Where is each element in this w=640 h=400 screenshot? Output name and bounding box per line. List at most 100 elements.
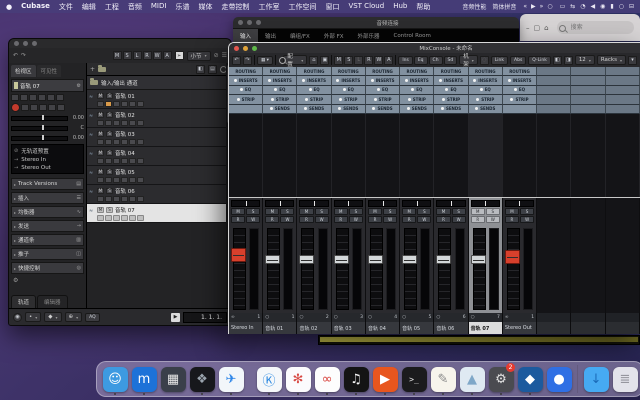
track-row-音轨 03[interactable]: ≈MS音轨 03 <box>87 128 231 147</box>
menu-item-4[interactable]: 音频 <box>128 2 142 12</box>
fader-track[interactable] <box>336 228 349 310</box>
mix-state-w[interactable]: W <box>374 56 383 65</box>
rack-power-dot[interactable] <box>237 98 240 101</box>
automation-r-button[interactable]: R <box>231 216 245 223</box>
aq-button[interactable]: AQ <box>85 313 100 322</box>
channel-name-Stereo In[interactable]: Stereo In <box>229 322 263 334</box>
quantize-combo[interactable]: ◆▾ <box>44 312 61 322</box>
object-selection-tool[interactable]: ➢ <box>175 51 184 60</box>
menubar-status-text-1[interactable]: 简体拼音 <box>492 2 516 11</box>
inspector-mini-button[interactable] <box>21 104 29 111</box>
pan-control[interactable] <box>471 200 500 207</box>
window-controls[interactable] <box>14 41 37 46</box>
rack-power-dot[interactable] <box>302 79 305 82</box>
mix-state-r[interactable]: R <box>364 56 373 65</box>
menu-item-8[interactable]: 走带控制 <box>221 2 249 12</box>
close-icon[interactable] <box>238 20 243 25</box>
rack-cell-strip[interactable]: STRIP <box>297 95 331 104</box>
project-state-s[interactable]: S <box>123 51 132 60</box>
inspector-track-name[interactable]: 音轨 07 ⚙ <box>11 79 84 92</box>
mute-button[interactable]: M <box>402 208 416 215</box>
audio-combo[interactable]: ⊕▾ <box>65 312 83 322</box>
track-control-button[interactable] <box>113 120 120 126</box>
track-control-button[interactable] <box>137 158 144 164</box>
inspector-mini-button[interactable] <box>39 104 47 111</box>
solo-button[interactable]: S <box>486 208 500 215</box>
inspector-mini-button[interactable] <box>47 94 55 101</box>
record-button[interactable] <box>97 196 104 202</box>
rack-cell-sends[interactable]: SENDS <box>469 105 503 114</box>
track-control-button[interactable] <box>121 196 128 202</box>
rack-cell-routing[interactable]: ROUTING <box>263 67 297 76</box>
close-icon[interactable] <box>14 41 19 46</box>
undo-icon[interactable]: ↶ <box>232 56 241 65</box>
project-state-r[interactable]: R <box>143 51 152 60</box>
menu-item-7[interactable]: 媒体 <box>198 2 212 12</box>
channel-filter-combo[interactable]: ▦ ▾ <box>257 56 273 65</box>
track-control-button[interactable] <box>137 177 144 183</box>
fader-handle[interactable] <box>231 248 246 262</box>
rack-power-dot[interactable] <box>371 79 374 82</box>
window-layout-icon[interactable]: ▣ <box>320 56 329 65</box>
automation-w-button[interactable]: W <box>349 216 363 223</box>
dock-item-trash[interactable]: ≣ <box>612 363 638 395</box>
track-control-button[interactable] <box>113 177 120 183</box>
track-control-button[interactable] <box>137 215 144 221</box>
track-control-button[interactable] <box>129 120 136 126</box>
rack-cell-sends[interactable]: SENDS <box>263 105 297 114</box>
mute-button[interactable]: M <box>299 208 313 215</box>
mute-button[interactable]: M <box>505 208 519 215</box>
solo-button[interactable]: S <box>106 169 113 175</box>
rack-power-dot[interactable] <box>234 79 237 82</box>
rack-cell-routing[interactable]: ROUTING <box>400 67 434 76</box>
screen-mirroring-icon[interactable]: ▭ <box>560 3 566 10</box>
fader-track[interactable] <box>370 228 383 310</box>
marker-icon[interactable]: ▶ <box>171 313 180 322</box>
rack-power-dot[interactable] <box>305 98 308 101</box>
dock-item-finder[interactable]: ☺ <box>102 363 128 395</box>
inspector-mini-button[interactable] <box>20 94 28 101</box>
fragment-window-icon-1[interactable]: ▢ <box>534 24 541 32</box>
track-control-button[interactable] <box>121 177 128 183</box>
menu-item-9[interactable]: 工作室 <box>258 2 279 12</box>
rack-power-dot[interactable] <box>407 107 410 110</box>
inspector-mini-button[interactable] <box>38 94 46 101</box>
more-options-icon[interactable]: ▾ <box>628 56 637 65</box>
fader-track[interactable] <box>233 228 246 310</box>
mute-button[interactable]: M <box>471 208 485 215</box>
solo-button[interactable]: S <box>106 150 113 156</box>
dock-item-blue-app[interactable]: ● <box>546 363 572 395</box>
inspector-section-fader[interactable]: ▸推子◫ <box>11 248 84 260</box>
menu-item-3[interactable]: 工程 <box>105 2 119 12</box>
ac-tab-输入[interactable]: 输入 <box>233 29 258 42</box>
channel-strip-音轨 03[interactable]: MSRW <box>332 198 366 314</box>
dock-item-cubase[interactable]: ◆ <box>517 363 543 395</box>
play-icon[interactable]: ▶ <box>531 3 536 10</box>
record-button[interactable] <box>97 101 104 107</box>
apple-menu-icon[interactable]: ● <box>6 3 12 11</box>
automation-r-button[interactable]: R <box>402 216 416 223</box>
monitor-button[interactable] <box>105 158 112 164</box>
rack-power-dot[interactable] <box>336 79 339 82</box>
rack-cell-strip[interactable]: STRIP <box>503 95 537 104</box>
channel-strip-Stereo Out[interactable]: MSRW <box>503 198 537 314</box>
solo-button[interactable]: S <box>106 131 113 137</box>
mix-state-l[interactable]: L <box>354 56 363 65</box>
pan-slider[interactable] <box>11 126 68 131</box>
pan-control[interactable] <box>334 200 363 207</box>
channel-count-combo[interactable]: 12▾ <box>575 55 595 65</box>
rack-cell-sends[interactable]: SENDS <box>332 105 366 114</box>
mute-button[interactable]: M <box>97 112 104 118</box>
automation-r-button[interactable]: R <box>368 216 382 223</box>
track-control-button[interactable] <box>113 196 120 202</box>
rack-power-dot[interactable] <box>377 88 380 91</box>
dock-item-midi-keyboard-app[interactable]: ♫ <box>343 363 369 395</box>
channel-strip-音轨 05[interactable]: MSRW <box>400 198 434 314</box>
rack-cell-strip[interactable]: STRIP <box>229 95 263 104</box>
rack-power-dot[interactable] <box>445 88 448 91</box>
track-control-button[interactable] <box>113 101 120 107</box>
rack-cell-inserts[interactable]: INSERTS <box>332 76 366 85</box>
channel-name-音轨 02[interactable]: 音轨 02 <box>297 322 331 334</box>
channel-name-音轨 04[interactable]: 音轨 04 <box>366 322 400 334</box>
inspector-section-inserts[interactable]: ▸插入☰ <box>11 192 84 204</box>
